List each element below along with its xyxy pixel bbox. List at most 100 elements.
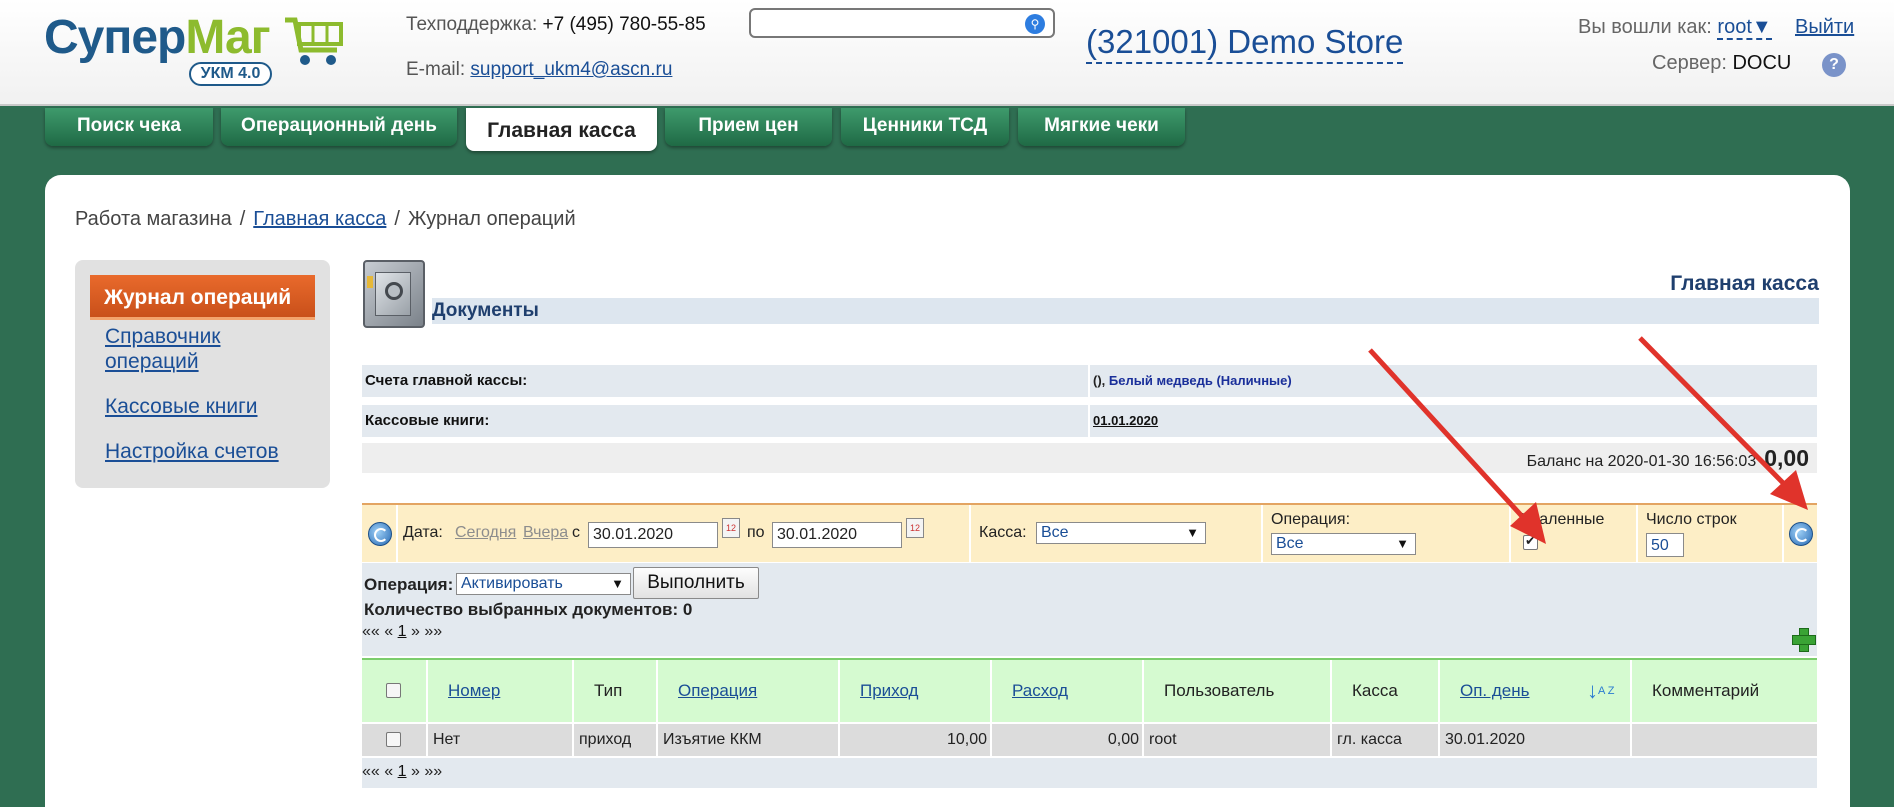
col-user: Пользователь [1146,660,1332,722]
refresh-icon[interactable] [368,522,392,546]
logo-badge: УКМ 4.0 [189,62,272,86]
pager-last[interactable]: »» [424,623,442,640]
tab-soft-receipts[interactable]: Мягкие чеки [1018,108,1185,146]
help-icon[interactable]: ? [1822,53,1846,77]
col-number-link[interactable]: Номер [448,681,500,700]
support-email-link[interactable]: support_ukm4@ascn.ru [470,59,672,80]
server-name: DOCU [1732,52,1792,74]
cash-book-link[interactable]: 01.01.2020 [1093,413,1158,428]
accounts-prefix: (), [1093,373,1106,388]
sidebar-item-operations-directory[interactable]: Справочник операций [105,324,305,374]
tab-main-cash[interactable]: Главная касса [466,108,657,151]
table-row[interactable]: Нет приход Изъятие ККМ 10,00 0,00 root г… [362,724,1817,756]
cash-books-value: 01.01.2020 [1090,405,1817,437]
rows-count-cell: Число строк 50 [1640,505,1784,562]
selected-count: Количество выбранных документов: 0 [364,600,693,619]
cell-comment [1634,724,1817,756]
cell-kassa: гл. касса [1334,724,1440,756]
pager-top: «« « 1 » »» [362,623,442,641]
tab-price-tags[interactable]: Ценники ТСД [841,108,1009,146]
col-operation-link[interactable]: Операция [678,681,757,700]
pager-next[interactable]: » [411,763,420,780]
sidebar-item-cash-books[interactable]: Кассовые книги [105,394,258,419]
chevron-down-icon: ▼ [1186,525,1199,540]
sidebar-item-account-settings[interactable]: Настройка счетов [105,439,279,464]
tab-price-receive[interactable]: Прием цен [665,108,832,146]
search-icon[interactable]: ⚲ [1025,14,1045,34]
col-opday-link[interactable]: Оп. день [1460,681,1530,700]
col-opday[interactable]: Оп. день ↓A Z [1442,660,1632,722]
col-operation[interactable]: Операция [660,660,840,722]
chevron-down-icon: ▼ [1396,536,1409,551]
breadcrumb-current: Журнал операций [407,208,576,230]
row-checkbox[interactable] [386,732,401,747]
store-name[interactable]: (321001) Demo Store [1086,22,1404,64]
deleted-checkbox[interactable]: ✔ [1523,533,1538,550]
pager-first[interactable]: «« [362,763,380,780]
pager-prev[interactable]: « [384,623,393,640]
col-number[interactable]: Номер [430,660,574,722]
calendar-icon[interactable]: 12 [906,518,924,538]
cell-user: root [1146,724,1332,756]
breadcrumb-separator: / [394,208,400,230]
pager-next[interactable]: » [411,623,420,640]
today-link[interactable]: Сегодня [455,524,516,542]
cell-number: Нет [430,724,574,756]
sidebar-item-operations-journal[interactable]: Журнал операций [90,275,315,320]
col-kassa: Касса [1334,660,1440,722]
date-to-input[interactable]: 30.01.2020 [772,522,902,548]
apply-refresh-cell [1786,505,1817,562]
cell-operation: Изъятие ККМ [660,724,840,756]
user-menu[interactable]: root▼ [1717,16,1772,40]
support-label: Техподдержка: [406,14,538,35]
user-info: Вы вошли как: root▼ [1578,16,1772,40]
kassa-select-value: Все [1041,524,1069,541]
pager-first[interactable]: «« [362,623,380,640]
breadcrumb-separator: / [239,208,246,230]
pager-last[interactable]: »» [424,763,442,780]
tab-receipt-search[interactable]: Поиск чека [45,108,213,146]
date-filter-cell: Дата: Сегодня Вчера с 30.01.2020 12 по 3… [400,505,971,562]
server-info: Сервер: DOCU [1652,52,1791,75]
date-from-input[interactable]: 30.01.2020 [588,522,718,548]
balance-value: 0,00 [1764,445,1809,471]
accounts-label: Счета главной кассы: [362,365,1088,397]
cash-books-row: Кассовые книги: 01.01.2020 [362,405,1817,437]
pager-prev[interactable]: « [384,763,393,780]
col-expense[interactable]: Расход [994,660,1144,722]
col-income-link[interactable]: Приход [860,681,918,700]
sort-icon[interactable]: ↓A Z [1587,660,1615,722]
deleted-label: Удаленные [1521,511,1605,528]
logged-in-label: Вы вошли как: [1578,16,1712,38]
accounts-name: Белый медведь (Наличные) [1108,373,1292,388]
pager-page[interactable]: 1 [398,763,407,780]
email-label: E-mail: [406,59,466,80]
search-input[interactable]: ⚲ [749,8,1055,38]
cell-expense: 0,00 [994,724,1144,756]
cash-books-label: Кассовые книги: [362,405,1088,437]
operation-select[interactable]: Активировать ▼ [456,573,631,595]
logo[interactable]: СуперМаг [44,10,271,65]
col-expense-link[interactable]: Расход [1012,681,1068,700]
operation-filter-select[interactable]: Все ▼ [1271,533,1416,555]
col-income[interactable]: Приход [842,660,992,722]
logo-text-main: Супер [44,11,186,64]
rows-count-input[interactable]: 50 [1646,533,1684,557]
select-all-checkbox[interactable] [386,683,401,698]
tab-operational-day[interactable]: Операционный день [221,108,457,146]
add-icon[interactable] [1792,628,1816,652]
calendar-icon[interactable]: 12 [722,518,740,538]
pager-page[interactable]: 1 [398,623,407,640]
date-to-label: по [747,524,765,541]
yesterday-link[interactable]: Вчера [523,524,568,542]
cell-income: 10,00 [842,724,992,756]
breadcrumb-main-cash-link[interactable]: Главная касса [253,208,386,230]
logout-link[interactable]: Выйти [1795,16,1854,39]
kassa-select[interactable]: Все ▼ [1036,522,1206,544]
rows-count-label: Число строк [1646,511,1737,528]
operation-select-value: Активировать [461,575,563,592]
execute-button[interactable]: Выполнить [633,567,759,599]
page-title: Главная касса [432,272,1819,300]
cell-opday: 30.01.2020 [1442,724,1632,756]
refresh-icon[interactable] [1789,522,1813,546]
